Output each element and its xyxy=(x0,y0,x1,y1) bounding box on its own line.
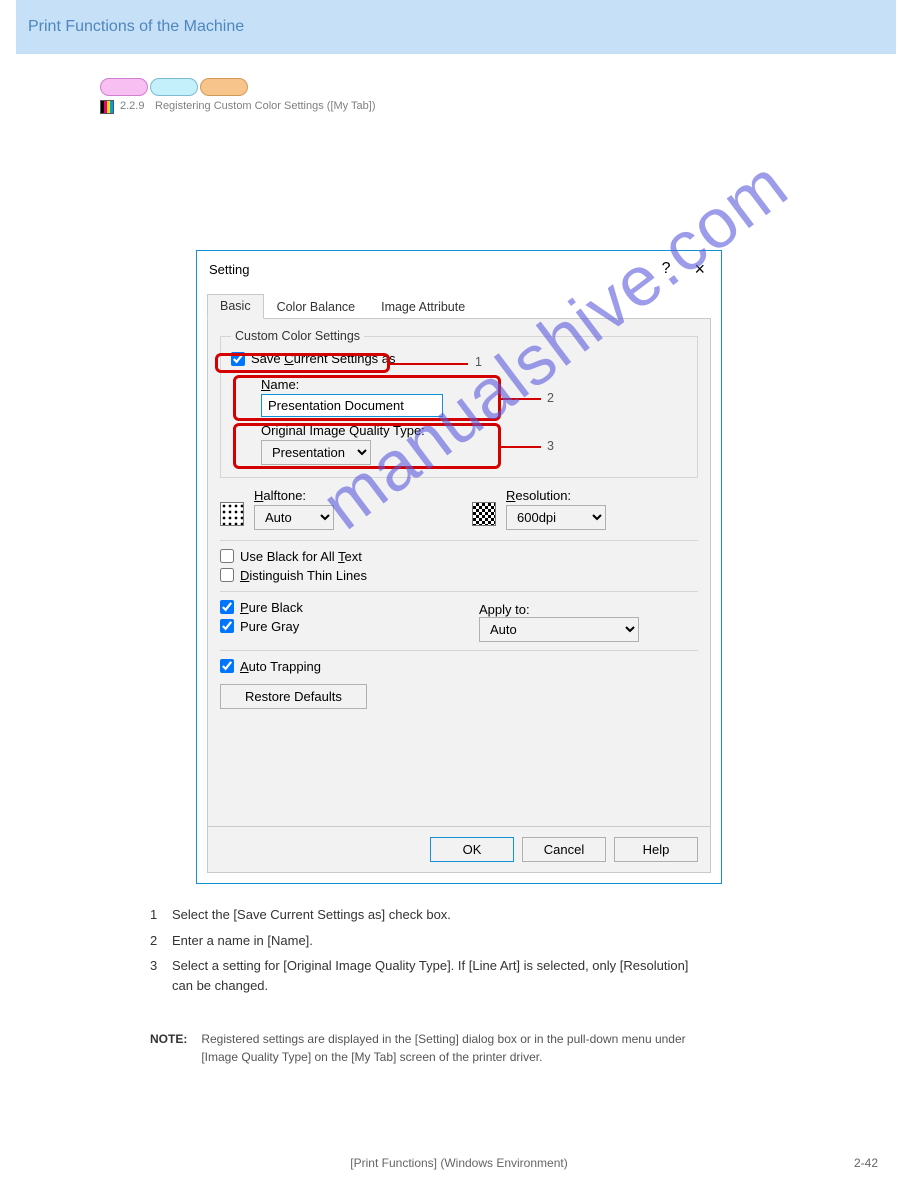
desc-item-3: 3Select a setting for [Original Image Qu… xyxy=(150,956,710,995)
note-block: NOTE: Registered settings are displayed … xyxy=(150,1030,710,1066)
groupbox-title: Custom Color Settings xyxy=(231,329,364,343)
halftone-label: Halftone: xyxy=(254,488,334,503)
page-header-title: Print Functions of the Machine xyxy=(28,18,244,36)
dialog-button-bar: OK Cancel Help xyxy=(207,827,711,873)
footer-center: [Print Functions] (Windows Environment) xyxy=(0,1156,918,1170)
distinguish-input[interactable] xyxy=(220,568,234,582)
custom-color-settings-group: Custom Color Settings Save Current Setti… xyxy=(220,329,698,478)
use-black-input[interactable] xyxy=(220,549,234,563)
restore-defaults-button[interactable]: Restore Defaults xyxy=(220,684,367,709)
distinguish-checkbox[interactable]: Distinguish Thin Lines xyxy=(220,568,698,583)
description-block: 1Select the [Save Current Settings as] c… xyxy=(150,905,710,1001)
section-number: 2.2.9 xyxy=(120,100,144,112)
note-text: Registered settings are displayed in the… xyxy=(201,1030,710,1066)
oiqt-label: Original Image Quality Type: xyxy=(261,423,687,438)
pure-gray-input[interactable] xyxy=(220,619,234,633)
save-current-input[interactable] xyxy=(231,352,245,366)
basic-panel: Custom Color Settings Save Current Setti… xyxy=(207,319,711,827)
color-bars-icon xyxy=(100,100,114,114)
cancel-button[interactable]: Cancel xyxy=(522,837,606,862)
tab-row: Basic Color Balance Image Attribute xyxy=(207,291,711,319)
desc-item-1: 1Select the [Save Current Settings as] c… xyxy=(150,905,710,925)
ok-button[interactable]: OK xyxy=(430,837,514,862)
dialog-title: Setting xyxy=(209,262,249,277)
halftone-icon xyxy=(220,502,244,526)
name-input[interactable] xyxy=(261,394,443,417)
setting-dialog: Setting ? × Basic Color Balance Image At… xyxy=(196,250,722,884)
halftone-select[interactable]: Auto xyxy=(254,505,334,530)
name-label: Name: xyxy=(261,377,687,392)
resolution-label: Resolution: xyxy=(506,488,606,503)
callout-label-1: 1 xyxy=(475,355,482,369)
section-name: Registering Custom Color Settings ([My T… xyxy=(155,100,376,112)
close-icon[interactable]: × xyxy=(690,259,709,280)
pure-gray-label: Pure Gray xyxy=(240,619,299,634)
callout-label-3: 3 xyxy=(547,439,554,453)
resolution-icon xyxy=(472,502,496,526)
dialog-titlebar: Setting ? × xyxy=(197,251,721,287)
use-black-label: Use Black for All Text xyxy=(240,549,362,564)
auto-trapping-checkbox[interactable]: Auto Trapping xyxy=(220,659,698,674)
footer-right: 2-42 xyxy=(854,1156,878,1170)
name-row: Name: xyxy=(261,377,687,417)
help-button[interactable]: Help xyxy=(614,837,698,862)
desc-item-2: 2Enter a name in [Name]. xyxy=(150,931,710,951)
pure-black-label: Pure Black xyxy=(240,600,303,615)
original-image-quality-row: Original Image Quality Type: Presentatio… xyxy=(261,423,687,465)
divider xyxy=(220,650,698,651)
pure-black-input[interactable] xyxy=(220,600,234,614)
auto-trapping-input[interactable] xyxy=(220,659,234,673)
dialog-screenshot: Setting ? × Basic Color Balance Image At… xyxy=(196,250,722,884)
save-current-checkbox[interactable]: Save Current Settings as xyxy=(231,351,396,366)
resolution-select[interactable]: 600dpi xyxy=(506,505,606,530)
save-current-label: Save Current Settings as xyxy=(251,351,396,366)
callout-label-2: 2 xyxy=(547,391,554,405)
halftone-resolution-row: Halftone: Auto Resolution: xyxy=(220,488,698,530)
tab-basic[interactable]: Basic xyxy=(207,294,264,319)
apply-to-label: Apply to: xyxy=(479,602,530,617)
pill-row xyxy=(100,78,248,96)
use-black-checkbox[interactable]: Use Black for All Text xyxy=(220,549,698,564)
divider xyxy=(220,591,698,592)
pill-magenta xyxy=(100,78,148,96)
pure-gray-checkbox[interactable]: Pure Gray xyxy=(220,619,439,634)
tab-image-attribute[interactable]: Image Attribute xyxy=(368,295,478,319)
pure-apply-row: Pure Black Pure Gray Apply to: Auto xyxy=(220,600,698,642)
auto-trapping-label: Auto Trapping xyxy=(240,659,321,674)
tab-color-balance[interactable]: Color Balance xyxy=(264,295,369,319)
oiqt-select[interactable]: Presentation xyxy=(261,440,371,465)
apply-to-select[interactable]: Auto xyxy=(479,617,639,642)
pill-orange xyxy=(200,78,248,96)
pill-cyan xyxy=(150,78,198,96)
distinguish-label: Distinguish Thin Lines xyxy=(240,568,367,583)
divider xyxy=(220,540,698,541)
pure-black-checkbox[interactable]: Pure Black xyxy=(220,600,439,615)
note-label: NOTE: xyxy=(150,1030,187,1066)
help-icon[interactable]: ? xyxy=(662,260,671,278)
